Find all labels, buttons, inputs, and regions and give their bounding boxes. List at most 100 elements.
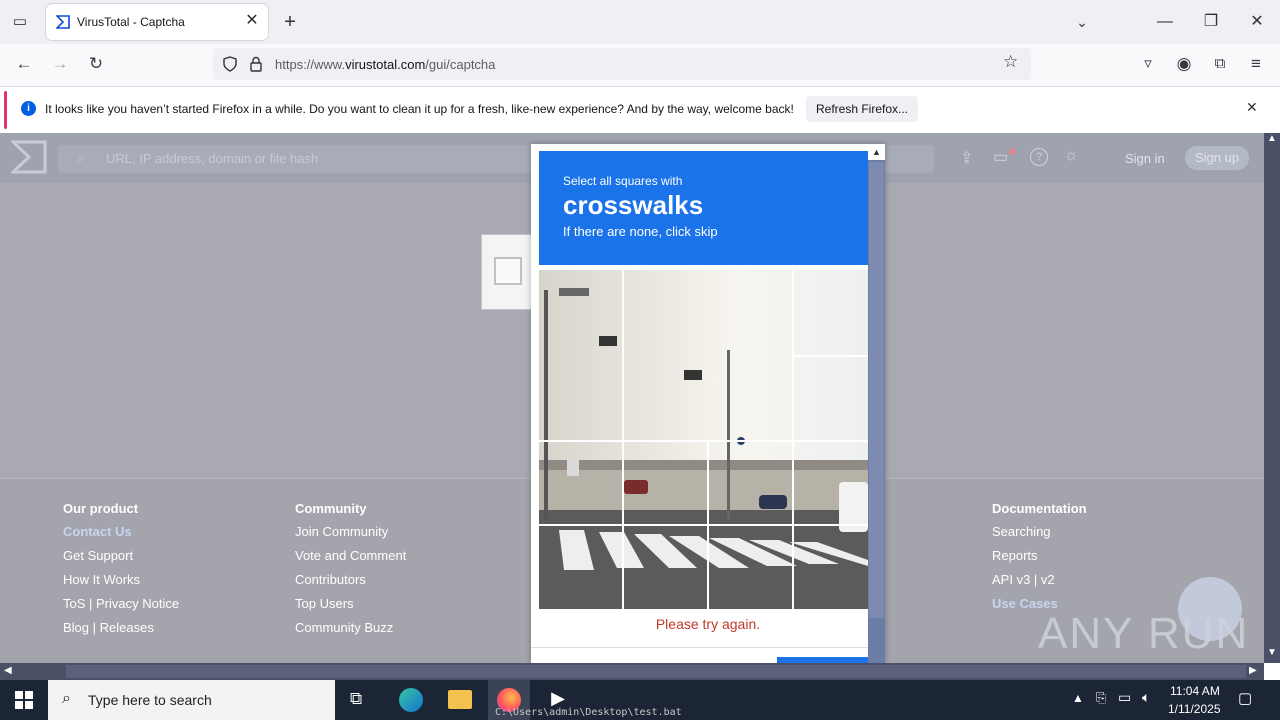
horizontal-scroll-thumb[interactable] <box>66 665 1246 678</box>
chat-icon[interactable]: ▭ <box>993 147 1008 167</box>
minimize-button[interactable]: — <box>1150 8 1180 36</box>
captcha-scroll-up-icon[interactable]: ▲ <box>868 144 885 160</box>
footer-link[interactable]: Contact Us <box>63 524 179 540</box>
tab-list-icon[interactable]: ▭ <box>8 10 32 34</box>
page-vertical-scrollbar[interactable]: ▲ ▼ <box>1264 133 1280 663</box>
captcha-challenge: Select all squares with crosswalks If th… <box>531 144 885 663</box>
captcha-tile[interactable] <box>794 357 868 440</box>
anyrun-watermark: ANY RUN <box>1038 609 1250 658</box>
shield-icon[interactable] <box>222 56 238 72</box>
forward-arrow-icon[interactable]: → <box>46 50 74 78</box>
bookmark-star-icon[interactable]: ☆ <box>1003 52 1018 72</box>
url-domain: virustotal.com <box>345 57 426 72</box>
volume-icon[interactable]: 🔈︎ <box>1142 689 1150 706</box>
captcha-divider <box>531 647 868 648</box>
new-tab-button[interactable]: + <box>278 10 302 34</box>
footer-link[interactable]: Reports <box>992 548 1087 564</box>
notification-message: It looks like you haven’t started Firefo… <box>45 102 794 116</box>
captcha-tile[interactable] <box>624 442 707 524</box>
search-icon: ⌕ <box>78 150 86 165</box>
tray-device-icon[interactable]: ⎘ <box>1096 690 1106 706</box>
footer-link[interactable]: Blog | Releases <box>63 620 179 636</box>
windows-start-icon[interactable] <box>15 691 33 709</box>
taskbar-search-box[interactable]: ⌕ Type here to search <box>48 680 335 720</box>
tab-close-icon[interactable]: ✕ <box>242 10 262 32</box>
sign-up-button[interactable]: Sign up <box>1185 146 1249 170</box>
clock-time[interactable]: 11:04 AM <box>1170 684 1220 698</box>
footer-col-documentation: Documentation Searching Reports API v3 |… <box>992 479 1087 612</box>
reload-icon[interactable]: ↻ <box>82 50 110 78</box>
taskbar-search-placeholder: Type here to search <box>88 692 212 708</box>
restore-button[interactable]: ❐ <box>1196 8 1226 36</box>
virustotal-favicon-icon <box>56 15 70 29</box>
upload-icon[interactable]: ⇪ <box>960 148 973 168</box>
back-arrow-icon[interactable]: ← <box>10 50 38 78</box>
captcha-hint: If there are none, click skip <box>563 224 718 239</box>
captcha-scrollbar[interactable]: ▲ <box>868 144 885 663</box>
footer-link[interactable]: Top Users <box>295 596 406 612</box>
url-path: /gui/captcha <box>425 57 496 72</box>
footer-link[interactable]: Searching <box>992 524 1087 540</box>
captcha-checkbox[interactable] <box>494 257 522 285</box>
captcha-tile[interactable] <box>794 270 868 355</box>
page-horizontal-scrollbar[interactable]: ◀ ▶ <box>0 663 1264 680</box>
notification-close-icon[interactable]: ✕ <box>1246 99 1258 116</box>
url-bar[interactable]: https://www.virustotal.com/gui/captcha ☆ <box>213 48 1031 80</box>
footer-link[interactable]: API v3 | v2 <box>992 572 1087 588</box>
captcha-tile[interactable] <box>709 442 792 524</box>
pocket-icon[interactable]: ▿ <box>1134 50 1162 78</box>
captcha-tile[interactable] <box>624 526 707 609</box>
tray-chevron-icon[interactable]: ▲ <box>1072 691 1084 705</box>
virustotal-logo-icon[interactable] <box>11 140 47 174</box>
menu-icon[interactable]: ≡ <box>1242 50 1270 78</box>
captcha-error-message: Please try again. <box>655 616 761 632</box>
tab-title: VirusTotal - Captcha <box>77 15 185 29</box>
footer-link[interactable]: Contributors <box>295 572 406 588</box>
footer-link[interactable]: Community Buzz <box>295 620 406 636</box>
refresh-notification-bar: i It looks like you haven’t started Fire… <box>0 86 1280 134</box>
footer-link[interactable]: Get Support <box>63 548 179 564</box>
captcha-tile[interactable] <box>539 270 792 440</box>
captcha-tile[interactable] <box>709 526 792 609</box>
notifications-icon[interactable]: ▢ <box>1238 689 1252 707</box>
task-view-icon[interactable]: ⧉ <box>350 689 362 709</box>
footer-col-community: Community Join Community Vote and Commen… <box>295 479 406 636</box>
info-icon: i <box>21 101 36 116</box>
captcha-tile[interactable] <box>539 442 622 524</box>
footer-heading: Community <box>295 501 367 516</box>
captcha-tile[interactable] <box>794 442 868 524</box>
footer-link[interactable]: Vote and Comment <box>295 548 406 564</box>
edge-icon[interactable] <box>399 688 423 712</box>
lock-icon[interactable] <box>249 56 263 72</box>
theme-sun-icon[interactable]: ☼ <box>1064 147 1079 165</box>
footer-heading: Documentation <box>992 501 1087 516</box>
windows-taskbar: ⌕ Type here to search ⧉ ▶ C:\Users\admin… <box>0 680 1280 720</box>
footer-link[interactable]: ToS | Privacy Notice <box>63 596 179 612</box>
footer-link[interactable]: Join Community <box>295 524 406 540</box>
file-explorer-icon[interactable] <box>448 690 472 709</box>
account-icon[interactable]: ◉ <box>1170 50 1198 78</box>
captcha-instruction: Select all squares with <box>563 174 683 188</box>
captcha-image-grid <box>539 270 868 609</box>
tab-overflow-chevron-icon[interactable]: ⌄ <box>1070 10 1094 34</box>
search-icon: ⌕ <box>62 690 71 707</box>
scroll-up-arrow-icon[interactable]: ▲ <box>1267 133 1277 144</box>
scroll-right-arrow-icon[interactable]: ▶ <box>1249 665 1257 676</box>
sign-in-link[interactable]: Sign in <box>1125 151 1165 166</box>
close-window-button[interactable]: ✕ <box>1242 8 1272 36</box>
tab-virustotal[interactable]: VirusTotal - Captcha ✕ <box>46 4 268 40</box>
scroll-down-arrow-icon[interactable]: ▼ <box>1267 647 1277 658</box>
footer-link[interactable]: How It Works <box>63 572 179 588</box>
network-icon[interactable]: ▭ <box>1118 689 1131 706</box>
captcha-tile[interactable] <box>539 526 622 609</box>
extensions-icon[interactable]: ⧉ <box>1206 50 1234 78</box>
help-icon[interactable]: ? <box>1030 148 1048 166</box>
scroll-left-arrow-icon[interactable]: ◀ <box>4 665 12 676</box>
captcha-scroll-thumb[interactable] <box>869 162 884 618</box>
captcha-header: Select all squares with crosswalks If th… <box>539 151 868 265</box>
url-prefix: https://www. <box>275 57 346 72</box>
clock-date[interactable]: 1/11/2025 <box>1168 702 1221 716</box>
captcha-tile[interactable] <box>794 526 868 609</box>
refresh-firefox-button[interactable]: Refresh Firefox... <box>806 96 918 122</box>
footer-col-product: Our product Contact Us Get Support How I… <box>63 479 179 636</box>
